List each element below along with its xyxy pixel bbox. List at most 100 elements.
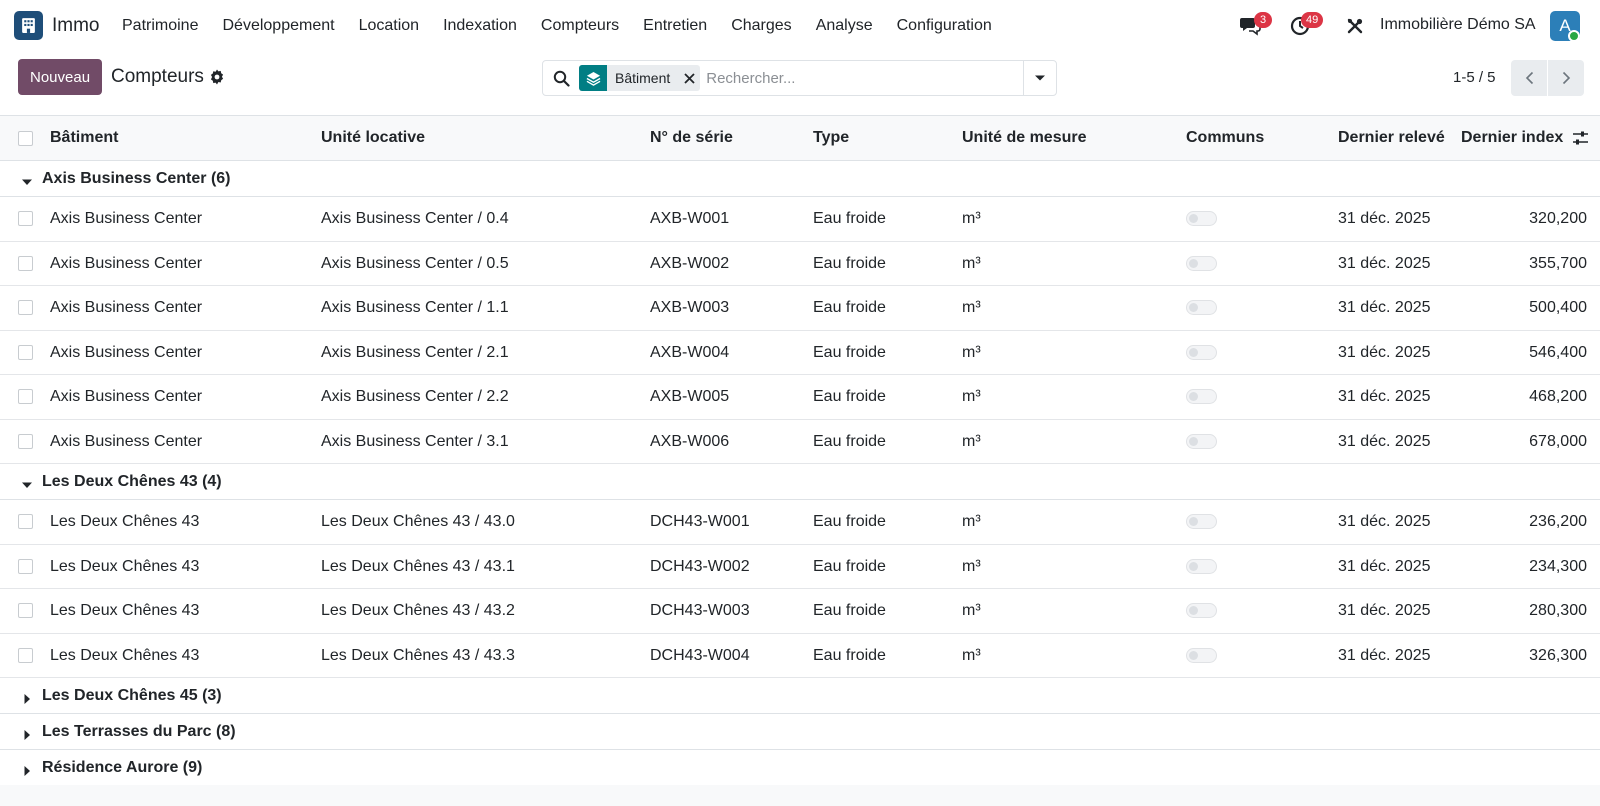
group-row[interactable]: Axis Business Center (6) — [0, 161, 1600, 197]
menu-item-entretien[interactable]: Entretien — [631, 17, 719, 35]
menu-item-patrimoine[interactable]: Patrimoine — [110, 17, 210, 35]
group-row[interactable]: Résidence Aurore (9) — [0, 750, 1600, 786]
search-input[interactable] — [706, 63, 1023, 93]
app-name[interactable]: Immo — [52, 15, 100, 37]
communs-toggle[interactable] — [1186, 514, 1217, 529]
cell-unite-locative: Axis Business Center / 2.2 — [321, 388, 509, 405]
main-menu: Patrimoine Développement Location Indexa… — [110, 0, 1004, 52]
cell-unite-mesure: m³ — [962, 646, 981, 664]
cell-type: Eau froide — [813, 432, 886, 450]
communs-toggle[interactable] — [1186, 558, 1217, 574]
communs-toggle[interactable] — [1186, 255, 1217, 271]
table-row[interactable]: Les Deux Chênes 43 Les Deux Chênes 43 / 4… — [0, 500, 1600, 545]
communs-toggle[interactable] — [1186, 300, 1217, 315]
group-row[interactable]: Les Terrasses du Parc (8) — [0, 714, 1600, 750]
select-all-checkbox[interactable] — [18, 131, 33, 146]
menu-item-developpement[interactable]: Développement — [210, 17, 346, 35]
row-checkbox[interactable] — [18, 514, 33, 529]
column-header-batiment[interactable]: Bâtiment — [50, 129, 118, 147]
cell-batiment: Axis Business Center — [50, 388, 203, 405]
row-checkbox[interactable] — [18, 300, 33, 315]
communs-toggle[interactable] — [1186, 211, 1217, 226]
user-status-dot — [1568, 30, 1580, 42]
column-header-dernier-index[interactable]: Dernier index — [1461, 129, 1563, 147]
table-row[interactable]: Axis Business Center Axis Business Center… — [0, 419, 1600, 464]
group-label: Les Deux Chênes 45 (3) — [42, 687, 222, 704]
communs-toggle[interactable] — [1186, 344, 1217, 360]
communs-toggle[interactable] — [1186, 647, 1217, 663]
cell-numero-serie: AXB-W002 — [650, 254, 730, 272]
row-checkbox[interactable] — [18, 647, 33, 663]
cell-dernier-releve: 31 déc. 2025 — [1338, 299, 1431, 316]
column-header-unite-locative[interactable]: Unité locative — [321, 129, 425, 147]
communs-toggle[interactable] — [1186, 433, 1217, 449]
new-button[interactable]: Nouveau — [18, 59, 103, 95]
group-label: Résidence Aurore (9) — [42, 759, 203, 776]
column-header-type[interactable]: Type — [813, 129, 849, 147]
pager-value[interactable]: 1-5 / 5 — [1453, 69, 1496, 86]
app-building-icon[interactable] — [14, 11, 43, 40]
cell-type: Eau froide — [813, 646, 886, 664]
company-switcher[interactable]: Immobilière Démo SA — [1380, 16, 1536, 34]
pager-previous-icon[interactable] — [1511, 60, 1547, 96]
search-icon[interactable] — [543, 61, 579, 95]
activities-badge: 49 — [1301, 12, 1324, 28]
caret-right-icon — [22, 691, 32, 704]
column-header-communs[interactable]: Communs — [1186, 129, 1264, 147]
optional-columns-sliders-icon[interactable] — [1572, 130, 1590, 148]
menu-item-charges[interactable]: Charges — [719, 17, 803, 35]
row-checkbox[interactable] — [18, 603, 33, 618]
search-bar: Bâtiment — [542, 60, 1057, 96]
cell-dernier-releve: 31 déc. 2025 — [1338, 646, 1431, 664]
pager-next-icon[interactable] — [1548, 60, 1584, 96]
column-header-numero-serie[interactable]: N° de série — [650, 129, 733, 147]
cell-dernier-index: 678,000 — [1529, 432, 1587, 450]
cell-batiment: Axis Business Center — [50, 432, 203, 450]
communs-toggle[interactable] — [1186, 603, 1217, 618]
table-row[interactable]: Les Deux Chênes 43 Les Deux Chênes 43 / 4… — [0, 633, 1600, 678]
row-checkbox[interactable] — [18, 255, 33, 271]
column-header-dernier-releve[interactable]: Dernier relevé — [1338, 129, 1445, 147]
search-options-chevron-down-icon[interactable] — [1023, 61, 1056, 95]
group-row[interactable]: Les Deux Chênes 45 (3) — [0, 678, 1600, 714]
gear-icon[interactable] — [209, 69, 227, 87]
row-checkbox[interactable] — [18, 558, 33, 574]
table-row[interactable]: Axis Business Center Axis Business Center… — [0, 241, 1600, 286]
cell-batiment: Axis Business Center — [50, 299, 203, 316]
menu-item-analyse[interactable]: Analyse — [804, 17, 885, 35]
row-checkbox[interactable] — [18, 344, 33, 360]
facet-remove-icon[interactable] — [678, 65, 700, 91]
cell-dernier-releve: 31 déc. 2025 — [1338, 602, 1431, 619]
menu-item-configuration[interactable]: Configuration — [885, 17, 1004, 35]
cell-numero-serie: DCH43-W003 — [650, 602, 750, 619]
list-bottom-band — [0, 785, 1600, 806]
cell-numero-serie: AXB-W005 — [650, 388, 730, 405]
tools-icon[interactable] — [1343, 14, 1367, 38]
cell-dernier-index: 546,400 — [1529, 343, 1587, 361]
row-checkbox[interactable] — [18, 433, 33, 449]
row-checkbox[interactable] — [18, 211, 33, 226]
cell-type: Eau froide — [813, 210, 886, 227]
cell-dernier-releve: 31 déc. 2025 — [1338, 343, 1431, 361]
table-row[interactable]: Axis Business Center Axis Business Center… — [0, 197, 1600, 242]
cell-type: Eau froide — [813, 602, 886, 619]
communs-toggle[interactable] — [1186, 389, 1217, 404]
cell-numero-serie: AXB-W001 — [650, 210, 730, 227]
table-header: Bâtiment Unité locative N° de série Type… — [0, 115, 1600, 161]
table-row[interactable]: Axis Business Center Axis Business Center… — [0, 286, 1600, 331]
menu-item-compteurs[interactable]: Compteurs — [529, 17, 631, 35]
cell-unite-locative: Axis Business Center / 1.1 — [321, 299, 509, 316]
table-row[interactable]: Les Deux Chênes 43 Les Deux Chênes 43 / 4… — [0, 544, 1600, 589]
table-body: Axis Business Center (6) Axis Business Ce… — [0, 161, 1600, 786]
table-row[interactable]: Les Deux Chênes 43 Les Deux Chênes 43 / 4… — [0, 589, 1600, 634]
table-row[interactable]: Axis Business Center Axis Business Center… — [0, 375, 1600, 420]
cell-batiment: Axis Business Center — [50, 254, 203, 272]
group-label: Les Terrasses du Parc (8) — [42, 723, 236, 740]
table-row[interactable]: Axis Business Center Axis Business Center… — [0, 330, 1600, 375]
group-row[interactable]: Les Deux Chênes 43 (4) — [0, 464, 1600, 500]
column-header-unite-mesure[interactable]: Unité de mesure — [962, 129, 1086, 147]
layers-icon — [579, 65, 607, 91]
row-checkbox[interactable] — [18, 389, 33, 404]
menu-item-location[interactable]: Location — [347, 17, 432, 35]
menu-item-indexation[interactable]: Indexation — [431, 17, 529, 35]
